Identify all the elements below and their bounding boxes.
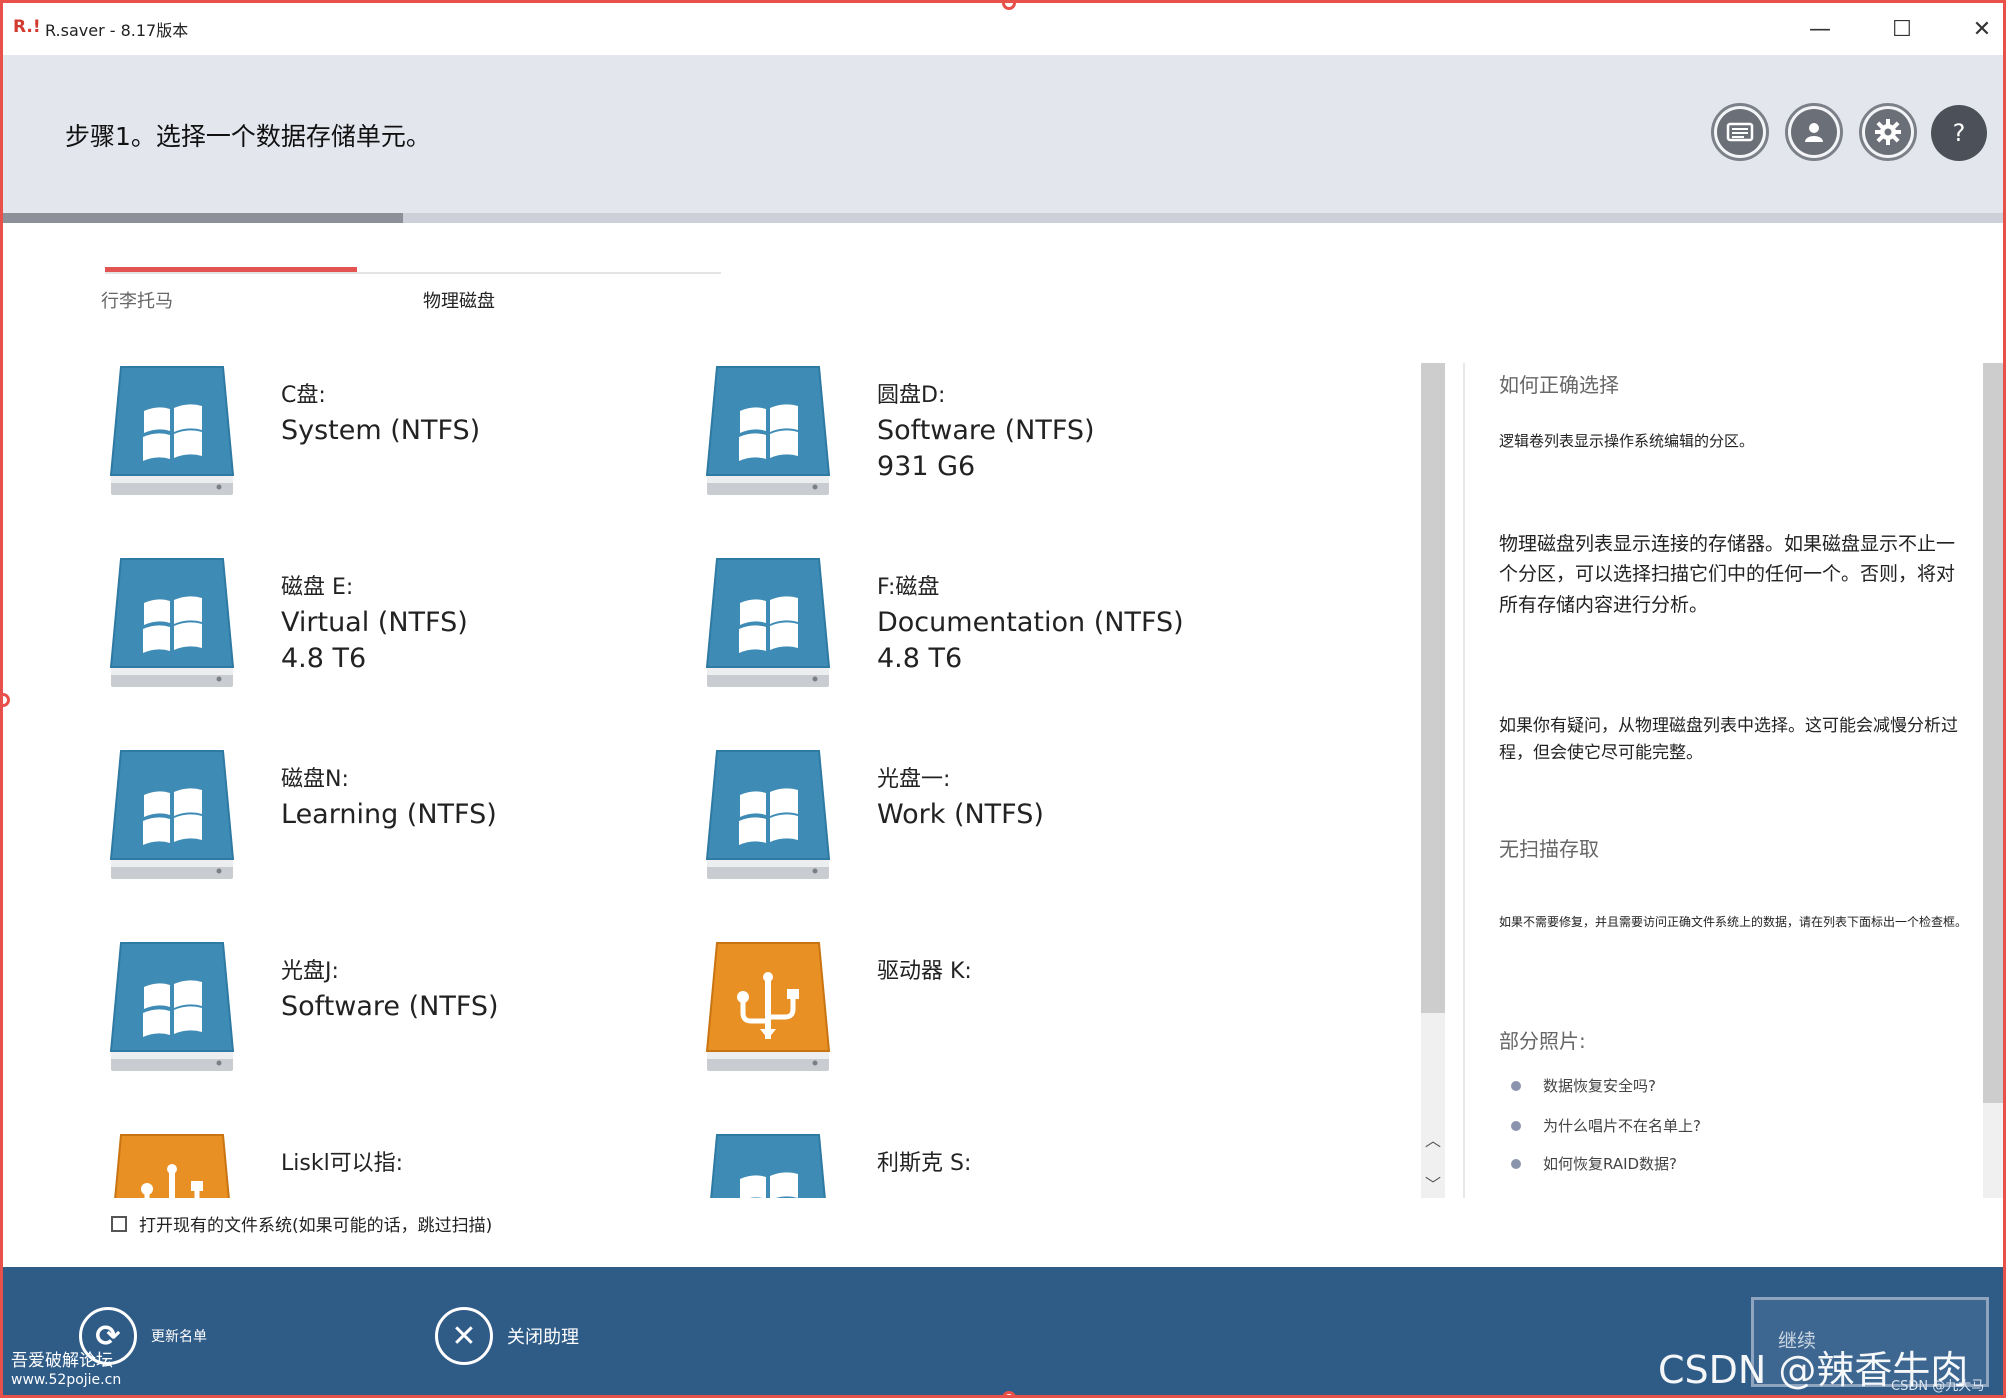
watermark-left: 吾爱破解论坛 www.52pojie.cn [11, 1351, 122, 1389]
drive-filesystem: Documentation (NTFS) [877, 607, 1184, 638]
drive-tile[interactable]: 驱动器 K: [679, 909, 1279, 1079]
close-wizard-label: 关闭助理 [507, 1327, 579, 1348]
windows-drive-icon [703, 555, 833, 691]
help-button[interactable]: ? [1931, 105, 1987, 161]
drive-tile[interactable]: 光盘J: Software (NTFS) [83, 909, 683, 1079]
maximize-button[interactable]: ☐ [1877, 11, 1927, 47]
user-icon [1791, 109, 1837, 155]
help-para-doubt: 如果你有疑问，从物理磁盘列表中选择。这可能会减慢分析过程，但会使它尽可能完整。 [1499, 716, 1958, 764]
drive-tile[interactable]: 磁盘 E: Virtual (NTFS) 4.8 T6 [83, 525, 683, 695]
drive-name: 磁盘 E: [281, 575, 354, 600]
window-title: R.saver - 8.17版本 [45, 21, 189, 40]
windows-drive-icon [107, 363, 237, 499]
step-progress-fill [3, 213, 403, 223]
drive-tile[interactable]: 光盘一: Work (NTFS) [679, 717, 1279, 887]
scroll-down-icon[interactable]: ﹀ [1421, 1171, 1445, 1197]
drive-tile[interactable]: Liskl可以指: [83, 1101, 683, 1198]
screen-icon [1717, 109, 1763, 155]
faq-link-raid[interactable]: 如何恢复RAID数据? [1499, 1153, 1677, 1174]
footer-bar: ⟳ 更新名单 ✕ 关闭助理 继续 吾爱破解论坛 www.52pojie.cn C… [3, 1267, 2003, 1395]
help-heading-faq: 部分照片: [1499, 1029, 1586, 1053]
drive-filesystem: Work (NTFS) [877, 799, 1044, 830]
windows-drive-icon [107, 555, 237, 691]
help-para-noscan: 如果不需要修复，并且需要访问正确文件系统上的数据，请在列表下面标出一个检查框。 [1499, 915, 1968, 929]
drive-tile[interactable]: 磁盘N: Learning (NTFS) [83, 717, 683, 887]
drive-size: 4.8 T6 [281, 643, 367, 674]
app-logo-icon: R.! [13, 17, 41, 37]
drive-list: C盘: System (NTFS) 圆盘D: Software (NTFS) 931 G… [83, 363, 1413, 1198]
help-heading-choose: 如何正确选择 [1499, 373, 1619, 397]
faq-link-safe[interactable]: 数据恢复安全吗? [1499, 1075, 1656, 1096]
help-panel: 如何正确选择 逻辑卷列表显示操作系统编辑的分区。 物理磁盘列表显示连接的存储器。… [1463, 363, 1983, 1198]
drive-name: C盘: [281, 383, 326, 408]
step-progress-bar [3, 213, 2003, 223]
open-fs-checkbox-label: 打开现有的文件系统(如果可能的话，跳过扫描) [139, 1216, 493, 1236]
refresh-list-label: 更新名单 [151, 1329, 207, 1345]
help-panel-scroll-thumb[interactable] [1983, 363, 2003, 1103]
resize-handle-bottom[interactable] [1002, 1391, 1016, 1395]
drive-name: 光盘J: [281, 959, 339, 984]
faq-link-not-listed[interactable]: 为什么唱片不在名单上? [1499, 1115, 1701, 1136]
help-icon: ? [1952, 119, 1966, 147]
app-window: R.! R.saver - 8.17版本 — ☐ ✕ 步骤1。选择一个数据存储单… [0, 0, 2006, 1398]
drive-list-scroll-thumb[interactable] [1421, 363, 1445, 1013]
open-fs-checkbox[interactable] [111, 1215, 127, 1232]
drive-filesystem: System (NTFS) [281, 415, 481, 446]
tabs-divider [105, 272, 721, 274]
drive-tile[interactable]: 利斯克 S: [679, 1101, 1279, 1198]
drive-filesystem: Software (NTFS) [877, 415, 1095, 446]
windows-drive-icon [107, 747, 237, 883]
step-title: 步骤1。选择一个数据存储单元。 [65, 122, 431, 151]
windows-drive-icon [107, 939, 237, 1075]
drive-name: 光盘一: [877, 767, 951, 792]
resize-handle-left[interactable] [3, 693, 10, 707]
tab-logical-volumes[interactable]: 行李托马 [101, 287, 173, 313]
drive-tile[interactable]: C盘: System (NTFS) [83, 363, 683, 503]
windows-drive-icon [703, 1131, 833, 1198]
gear-icon [1865, 109, 1911, 155]
drive-name: 磁盘N: [281, 767, 349, 792]
drive-filesystem: Software (NTFS) [281, 991, 499, 1022]
drive-tile[interactable]: 圆盘D: Software (NTFS) 931 G6 [679, 363, 1279, 503]
drive-name: F:磁盘 [877, 575, 940, 600]
bullet-icon [1511, 1120, 1521, 1131]
title-bar: R.! R.saver - 8.17版本 — ☐ ✕ [3, 3, 2003, 55]
usb-drive-icon [703, 939, 833, 1075]
close-button[interactable]: ✕ [1957, 11, 2003, 47]
help-para-logical: 逻辑卷列表显示操作系统编辑的分区。 [1499, 432, 1755, 450]
tab-physical-disks[interactable]: 物理磁盘 [423, 287, 495, 313]
drive-name: 利斯克 S: [877, 1151, 972, 1176]
windows-drive-icon [703, 747, 833, 883]
windows-drive-icon [703, 363, 833, 499]
drive-name: Liskl可以指: [281, 1151, 404, 1176]
drive-tile[interactable]: F:磁盘 Documentation (NTFS) 4.8 T6 [679, 525, 1279, 695]
help-para-physical: 物理磁盘列表显示连接的存储器。如果磁盘显示不止一个分区，可以选择扫描它们中的任何… [1499, 533, 1956, 616]
minimize-button[interactable]: — [1795, 11, 1845, 47]
drive-name: 驱动器 K: [877, 959, 972, 984]
bullet-icon [1511, 1080, 1521, 1091]
drive-name: 圆盘D: [877, 383, 946, 408]
close-wizard-button[interactable]: ✕ 关闭助理 [435, 1307, 579, 1365]
close-circle-icon: ✕ [435, 1307, 493, 1365]
screen-button[interactable] [1711, 103, 1769, 161]
header-band: 步骤1。选择一个数据存储单元。 ? [3, 55, 2003, 213]
active-tab-indicator [105, 267, 357, 272]
drive-filesystem: Virtual (NTFS) [281, 607, 468, 638]
open-fs-checkbox-row[interactable]: 打开现有的文件系统(如果可能的话，跳过扫描) [111, 1211, 492, 1236]
usb-drive-icon [107, 1131, 237, 1198]
bullet-icon [1511, 1158, 1521, 1169]
drive-size: 931 G6 [877, 451, 976, 482]
scroll-up-icon[interactable]: ︿ [1421, 1127, 1445, 1153]
drive-filesystem: Learning (NTFS) [281, 799, 497, 830]
watermark-small: CSDN @九大马 [1891, 1379, 1985, 1394]
settings-button[interactable] [1859, 103, 1917, 161]
help-heading-noscan: 无扫描存取 [1499, 837, 1599, 861]
user-button[interactable] [1785, 103, 1843, 161]
drive-size: 4.8 T6 [877, 643, 963, 674]
